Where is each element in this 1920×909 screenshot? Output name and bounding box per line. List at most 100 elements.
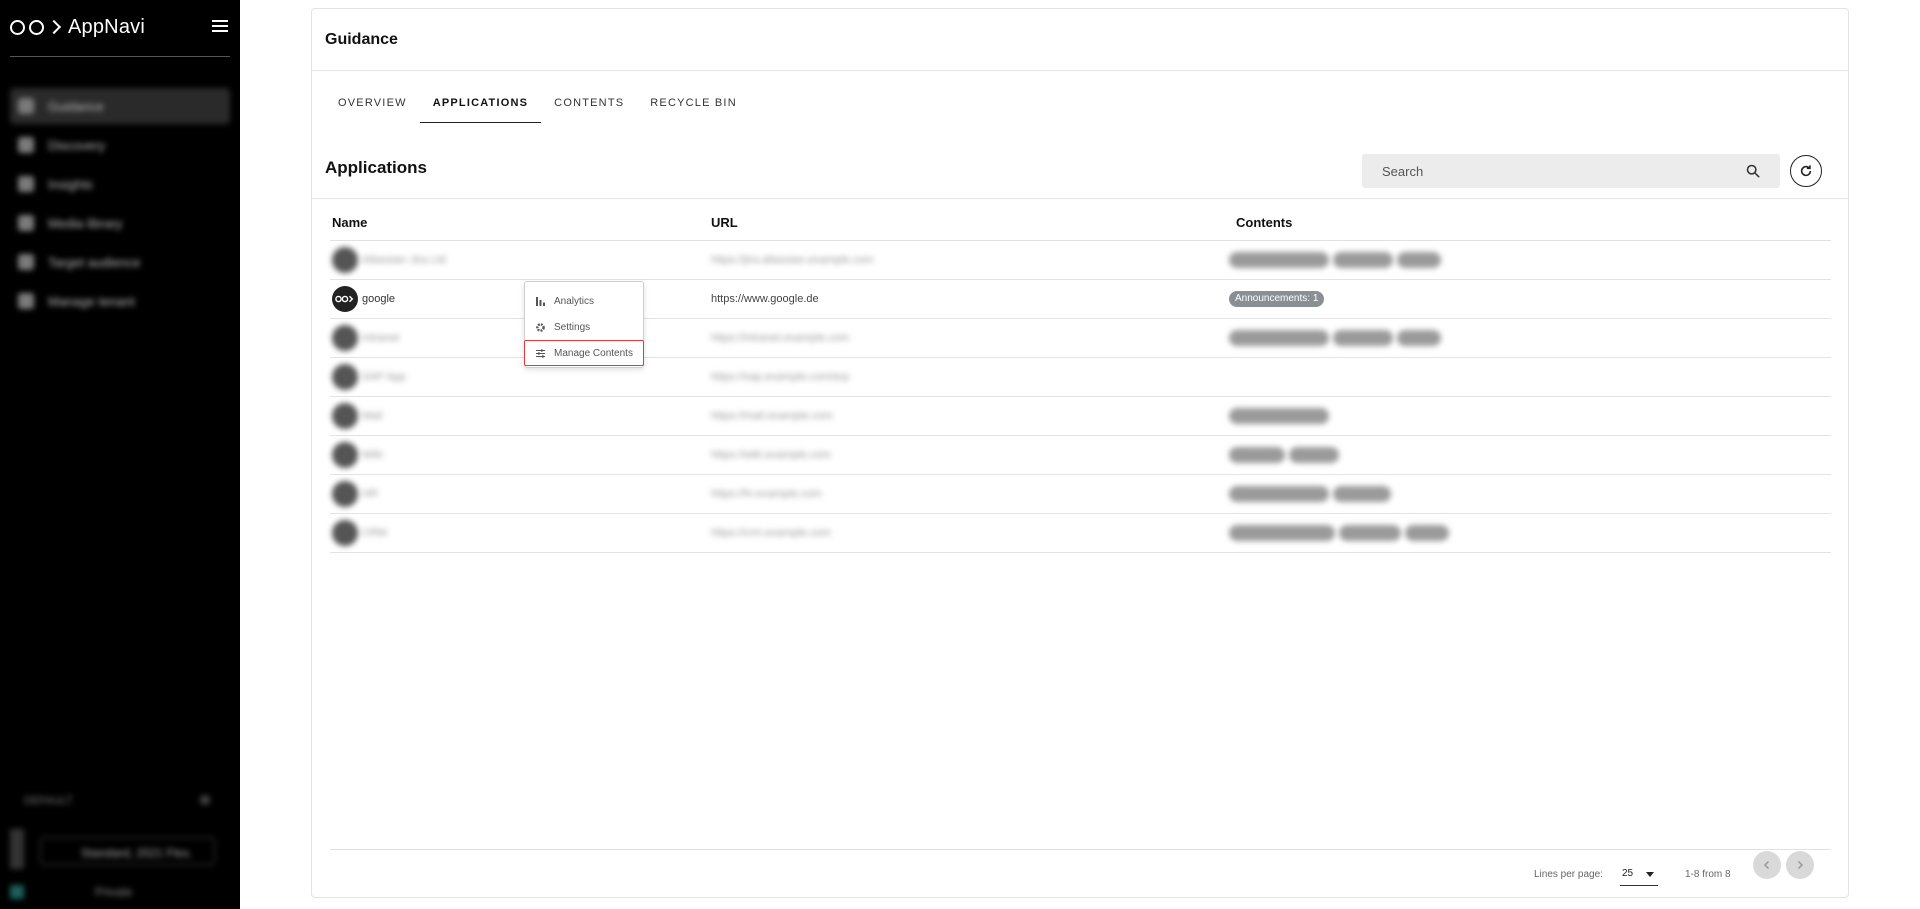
- sidebar-item-media-library[interactable]: Media library: [10, 205, 230, 241]
- gear-icon: [534, 321, 546, 333]
- target-audience-icon: [18, 254, 34, 270]
- content-badge: [1229, 408, 1329, 424]
- app-url-cell: https://wiki.example.com: [711, 449, 831, 461]
- next-page-button[interactable]: [1786, 851, 1814, 879]
- status-icon: [10, 885, 24, 899]
- page-title: Guidance: [325, 31, 398, 48]
- hamburger-menu-icon[interactable]: [212, 20, 228, 34]
- app-name-cell: Mail: [362, 410, 383, 422]
- tab-recycle-bin[interactable]: RECYCLE BIN: [637, 89, 750, 123]
- previous-page-button[interactable]: [1753, 851, 1781, 879]
- content-badge: [1405, 525, 1449, 541]
- search-icon[interactable]: [1746, 164, 1760, 178]
- lines-per-page-value: 25: [1622, 868, 1634, 879]
- app-name-cell: HR: [362, 488, 378, 500]
- chevron-left-icon: [1763, 860, 1770, 870]
- guidance-icon: [18, 98, 34, 114]
- table-header: Name URL Contents: [330, 203, 1831, 241]
- insights-icon: [18, 176, 34, 192]
- sidebar-item-guidance[interactable]: Guidance: [10, 88, 230, 124]
- sidebar-divider: [10, 56, 230, 57]
- content-badge: [1333, 252, 1393, 268]
- search-input[interactable]: [1362, 154, 1732, 188]
- sidebar-footer: DEFAULT Standard, 2021 Flex. Private: [10, 789, 230, 909]
- sidebar-item-label: Guidance: [48, 98, 104, 114]
- column-header-contents[interactable]: Contents: [1236, 215, 1292, 230]
- section-divider: [312, 198, 1848, 199]
- app-url-cell: https://crm.example.com: [711, 527, 831, 539]
- column-header-url[interactable]: URL: [711, 215, 738, 230]
- app-name: AppNavi: [68, 15, 145, 38]
- tenant-label: DEFAULT: [24, 795, 73, 807]
- content-badge: [1289, 447, 1339, 463]
- appnavi-logo-icon: [335, 295, 354, 303]
- app-name-cell: Intranet: [362, 332, 400, 344]
- privacy-link[interactable]: Private: [95, 885, 132, 899]
- sliders-icon: [534, 347, 546, 359]
- main-card: Guidance OVERVIEW APPLICATIONS CONTENTS …: [311, 8, 1849, 898]
- app-avatar: [332, 325, 358, 351]
- header-divider: [312, 70, 1848, 71]
- bar-chart-icon: [534, 295, 546, 307]
- app-avatar: [332, 364, 358, 390]
- sidebar-item-insights[interactable]: Insights: [10, 166, 230, 202]
- sidebar-nav: Guidance Discovery Insights Media librar…: [10, 88, 230, 322]
- table-row[interactable]: HR https://hr.example.com: [330, 475, 1831, 514]
- content-badge: [1229, 486, 1329, 502]
- content-badge: [1397, 252, 1441, 268]
- lines-per-page-label: Lines per page:: [1534, 869, 1603, 880]
- menu-item-analytics[interactable]: Analytics: [525, 288, 645, 314]
- content-badge: Announcements: 1: [1229, 291, 1325, 307]
- lines-per-page-select[interactable]: 25: [1620, 862, 1658, 886]
- sidebar-item-label: Discovery: [48, 137, 106, 153]
- table-row[interactable]: CRM https://crm.example.com: [330, 514, 1831, 553]
- tab-applications[interactable]: APPLICATIONS: [419, 89, 542, 123]
- column-header-name[interactable]: Name: [332, 215, 367, 230]
- content-badge: [1229, 252, 1329, 268]
- content-badge: [1397, 330, 1441, 346]
- menu-item-label: Settings: [554, 321, 591, 333]
- app-url-cell: https://jira.atlassian.example.com: [711, 254, 874, 266]
- app-name-cell: CRM: [362, 527, 388, 539]
- tenant-select-value: Standard, 2021 Flex.: [81, 846, 193, 860]
- table-row[interactable]: Wiki https://wiki.example.com: [330, 436, 1831, 475]
- discovery-icon: [18, 137, 34, 153]
- app-name-cell: Atlassian Jira Ltd: [362, 254, 446, 266]
- section-title: Applications: [325, 158, 428, 177]
- sidebar-item-target-audience[interactable]: Target audience: [10, 244, 230, 280]
- appnavi-logo-icon: [10, 19, 62, 35]
- app-avatar: [332, 247, 358, 273]
- tab-overview[interactable]: OVERVIEW: [325, 89, 420, 123]
- refresh-button[interactable]: [1790, 155, 1822, 187]
- sidebar-item-label: Manage tenant: [48, 293, 135, 309]
- app-avatar: [332, 286, 358, 312]
- footer-bottom: Private: [10, 881, 230, 905]
- menu-item-manage-contents[interactable]: Manage Contents: [524, 340, 644, 366]
- tab-contents[interactable]: CONTENTS: [541, 89, 637, 123]
- content-badge: [1229, 525, 1335, 541]
- sidebar-item-discovery[interactable]: Discovery: [10, 127, 230, 163]
- app-logo[interactable]: AppNavi: [10, 12, 230, 42]
- pagination-range: 1-8 from 8: [1685, 869, 1731, 880]
- app-avatar: [332, 481, 358, 507]
- table-row[interactable]: Mail https://mail.example.com: [330, 397, 1831, 436]
- app-avatar: [332, 403, 358, 429]
- tenant-select[interactable]: Standard, 2021 Flex.: [40, 837, 215, 865]
- app-url-cell[interactable]: https://www.google.de: [711, 293, 819, 305]
- app-url-cell: https://intranet.example.com: [711, 332, 850, 344]
- applications-table: Name URL Contents Atlassian Jira Ltd htt…: [330, 203, 1831, 553]
- sidebar: AppNavi Guidance Discovery Insights Medi…: [0, 0, 240, 909]
- sidebar-item-manage-tenant[interactable]: Manage tenant: [10, 283, 230, 319]
- sidebar-item-label: Target audience: [48, 254, 141, 270]
- chevron-right-icon: [1797, 860, 1804, 870]
- user-avatar: [10, 829, 24, 869]
- table-row[interactable]: Atlassian Jira Ltd https://jira.atlassia…: [330, 241, 1831, 280]
- sidebar-item-label: Insights: [48, 176, 93, 192]
- tab-bar: OVERVIEW APPLICATIONS CONTENTS RECYCLE B…: [325, 89, 750, 123]
- menu-item-settings[interactable]: Settings: [525, 314, 645, 340]
- content-badge: [1333, 330, 1393, 346]
- pagination-divider: [330, 849, 1831, 850]
- info-icon[interactable]: [200, 795, 210, 805]
- content-badge: [1229, 330, 1329, 346]
- menu-item-label: Manage Contents: [554, 347, 633, 359]
